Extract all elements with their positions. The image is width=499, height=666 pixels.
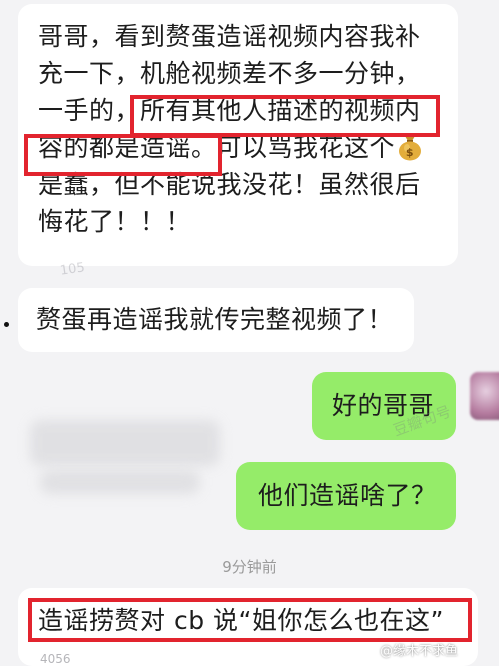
edge-dot: [4, 322, 9, 327]
message-line: 造谣捞赘对 cb 说“姐你怎么也在这”: [38, 606, 444, 635]
watermark-text: 105: [59, 260, 86, 279]
svg-text:$: $: [406, 146, 414, 159]
message-text: 他们造谣啥了？: [258, 481, 437, 510]
message-line: 悔花了！！！: [38, 207, 192, 236]
message-line: 赘蛋再造谣我就传完整视频了！: [36, 305, 394, 334]
message-bubble-received[interactable]: 哥哥，看到赘蛋造谣视频内容我补 充一下，机舱视频差不多一分钟， 一手的，所有其他…: [18, 4, 458, 266]
avatar[interactable]: [470, 372, 499, 420]
message-line: 哥哥，看到赘蛋造谣视频内容我补: [38, 22, 421, 51]
money-bag-icon: $: [399, 136, 422, 161]
message-timestamp: 9分钟前: [222, 558, 277, 576]
watermark-text: 4056: [40, 652, 71, 666]
message-line-text: 容的都是造谣。可以骂我花这个: [38, 133, 396, 162]
message-line: 充一下，机舱视频差不多一分钟，: [38, 59, 421, 88]
message-line: 是蠢，但不能说我没花！虽然很后: [38, 170, 421, 199]
message-line-with-emoji: 容的都是造谣。可以骂我花这个 $: [38, 129, 440, 166]
watermark-text: @缘木不求鱼: [380, 644, 459, 659]
message-line: 一手的，所有其他人描述的视频内: [38, 96, 421, 125]
message-bubble-sent[interactable]: 他们造谣啥了？: [236, 462, 456, 530]
blur-smudge: [40, 470, 200, 494]
chat-screen: 哥哥，看到赘蛋造谣视频内容我补 充一下，机舱视频差不多一分钟， 一手的，所有其他…: [0, 0, 499, 666]
message-bubble-received[interactable]: 赘蛋再造谣我就传完整视频了！: [18, 288, 414, 352]
blur-smudge: [30, 420, 220, 466]
